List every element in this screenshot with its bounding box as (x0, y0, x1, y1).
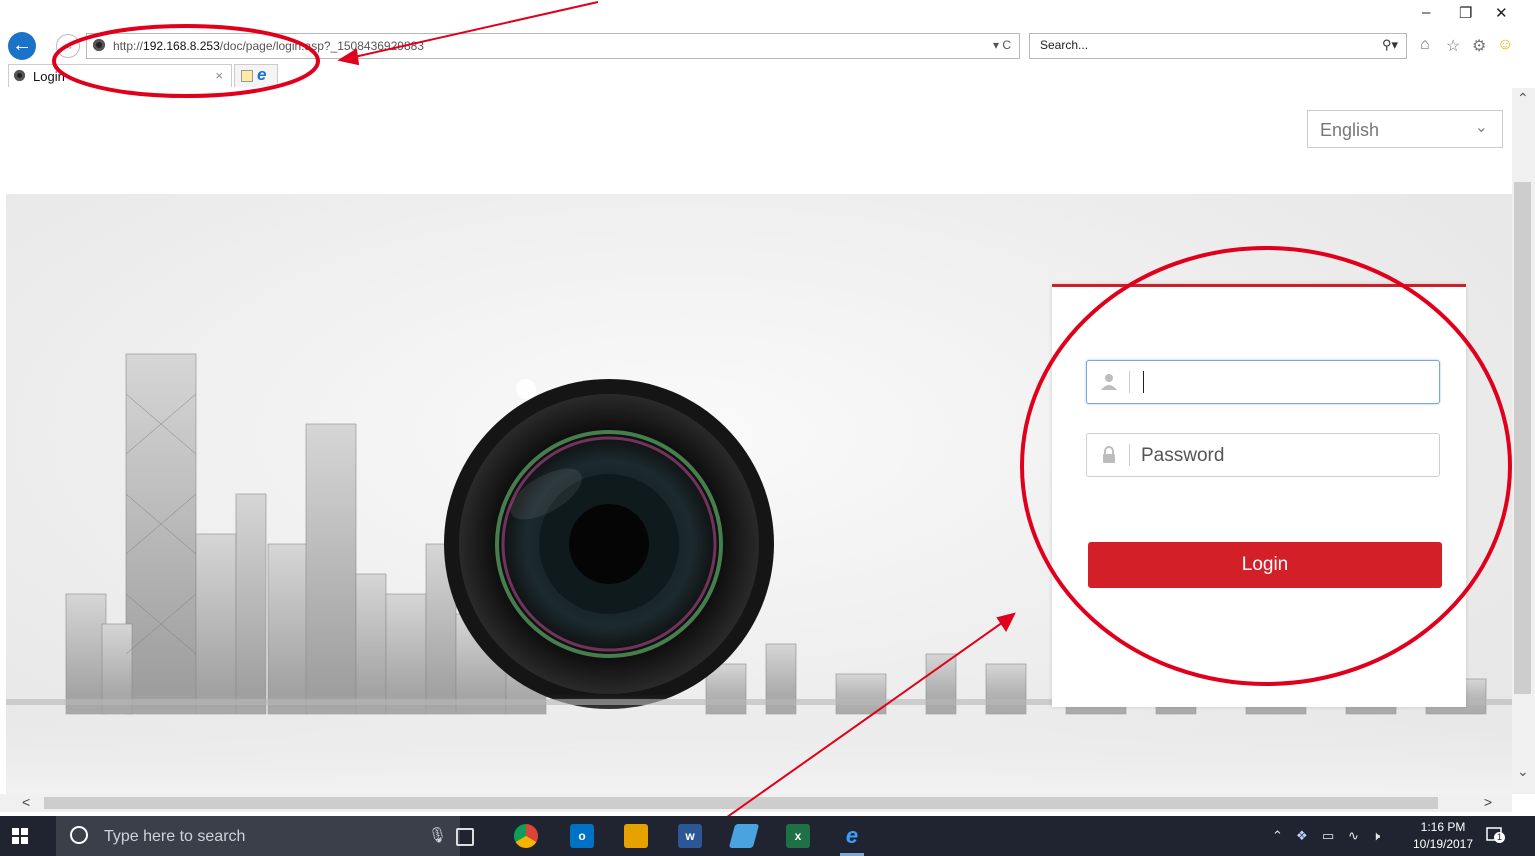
horizontal-scrollbar[interactable]: < > (0, 794, 1512, 812)
microphone-icon[interactable]: 🎙 (428, 826, 447, 844)
field-separator (1129, 371, 1130, 393)
action-center-icon[interactable]: 1 (1486, 826, 1505, 844)
login-button[interactable]: Login (1088, 542, 1442, 588)
show-hidden-icons-icon[interactable]: ⌃ (1272, 828, 1283, 844)
tab-login[interactable]: Login × (8, 64, 232, 87)
taskbar-search-input[interactable] (102, 827, 406, 847)
page-viewport: English ⌄ Login (0, 88, 1512, 794)
password-input[interactable] (1139, 443, 1433, 469)
internet-explorer-app-icon[interactable]: e (840, 824, 864, 848)
forward-button[interactable]: → (56, 34, 80, 58)
browser-search-input[interactable] (1038, 37, 1342, 53)
user-icon (1101, 374, 1117, 390)
site-favicon-icon (93, 39, 105, 51)
chrome-app-icon[interactable] (514, 824, 538, 848)
word-app-icon[interactable]: w (678, 824, 702, 848)
address-url: http://192.168.8.253/doc/page/login.asp?… (113, 39, 424, 53)
back-button[interactable]: ← (8, 32, 36, 60)
scroll-down-icon[interactable]: ⌄ (1517, 763, 1529, 780)
hero-banner: Login (6, 194, 1512, 794)
windows-taskbar: 🎙 o w x e ⌃ ❖ ▭ ∿ 🕨 1:16 PM 10/19/2017 1 (0, 816, 1535, 856)
minimize-icon[interactable]: – (1422, 4, 1430, 21)
cortana-icon (70, 826, 88, 844)
refresh-icon[interactable]: ▾ C (993, 38, 1011, 52)
excel-app-icon[interactable]: x (786, 824, 810, 848)
file-explorer-icon[interactable] (624, 824, 648, 848)
address-bar[interactable]: http://192.168.8.253/doc/page/login.asp?… (86, 33, 1020, 59)
home-icon[interactable]: ⌂ (1420, 36, 1430, 54)
clock-time[interactable]: 1:16 PM (1413, 820, 1473, 834)
password-field[interactable] (1086, 433, 1440, 477)
username-input[interactable] (1139, 370, 1433, 396)
favorites-star-icon[interactable]: ☆ (1446, 36, 1460, 56)
language-selected: English (1320, 120, 1380, 140)
battery-icon[interactable]: ▭ (1322, 828, 1334, 844)
wifi-icon[interactable]: ∿ (1348, 828, 1359, 844)
lock-icon (1103, 446, 1115, 463)
feedback-smiley-icon[interactable]: ☺ (1497, 36, 1513, 54)
search-icon[interactable]: ⚲▾ (1382, 37, 1398, 53)
ie-logo-icon: e (257, 65, 267, 84)
tab-close-icon[interactable]: × (215, 68, 223, 83)
restore-icon[interactable]: ❐ (1459, 4, 1472, 22)
windows-start-icon[interactable] (12, 828, 28, 844)
taskbar-search[interactable]: 🎙 (56, 816, 460, 856)
close-window-icon[interactable]: ✕ (1495, 4, 1508, 22)
tab-favicon-icon (14, 70, 25, 81)
vertical-scrollbar[interactable]: ⌃ ⌄ (1512, 88, 1535, 794)
vertical-scroll-thumb[interactable] (1514, 182, 1531, 694)
horizontal-scroll-thumb[interactable] (44, 797, 1438, 809)
new-tab-button[interactable]: e (234, 64, 278, 87)
username-field[interactable] (1086, 360, 1440, 404)
outlook-app-icon[interactable]: o (570, 824, 594, 848)
chevron-down-icon: ⌄ (1474, 119, 1488, 136)
tab-title: Login (33, 69, 65, 84)
onenote-app-icon[interactable] (728, 824, 760, 848)
language-select[interactable]: English ⌄ (1307, 110, 1503, 148)
notification-badge: 1 (1494, 832, 1505, 843)
browser-chrome: – ❐ ✕ ← → http://192.168.8.253/doc/page/… (0, 0, 1535, 88)
login-card: Login (1052, 284, 1466, 707)
field-separator (1129, 444, 1130, 466)
volume-muted-icon[interactable]: 🕨 (1372, 828, 1380, 844)
new-tab-icon (241, 70, 253, 82)
clock-date[interactable]: 10/19/2017 (1401, 837, 1485, 851)
task-view-icon[interactable] (456, 828, 474, 846)
scroll-right-icon[interactable]: > (1484, 794, 1492, 810)
dropbox-icon[interactable]: ❖ (1296, 828, 1308, 844)
browser-search-box[interactable]: ⚲▾ (1029, 33, 1407, 59)
scroll-left-icon[interactable]: < (22, 794, 30, 810)
scroll-up-icon[interactable]: ⌃ (1517, 90, 1529, 107)
settings-gear-icon[interactable]: ⚙ (1472, 36, 1486, 56)
